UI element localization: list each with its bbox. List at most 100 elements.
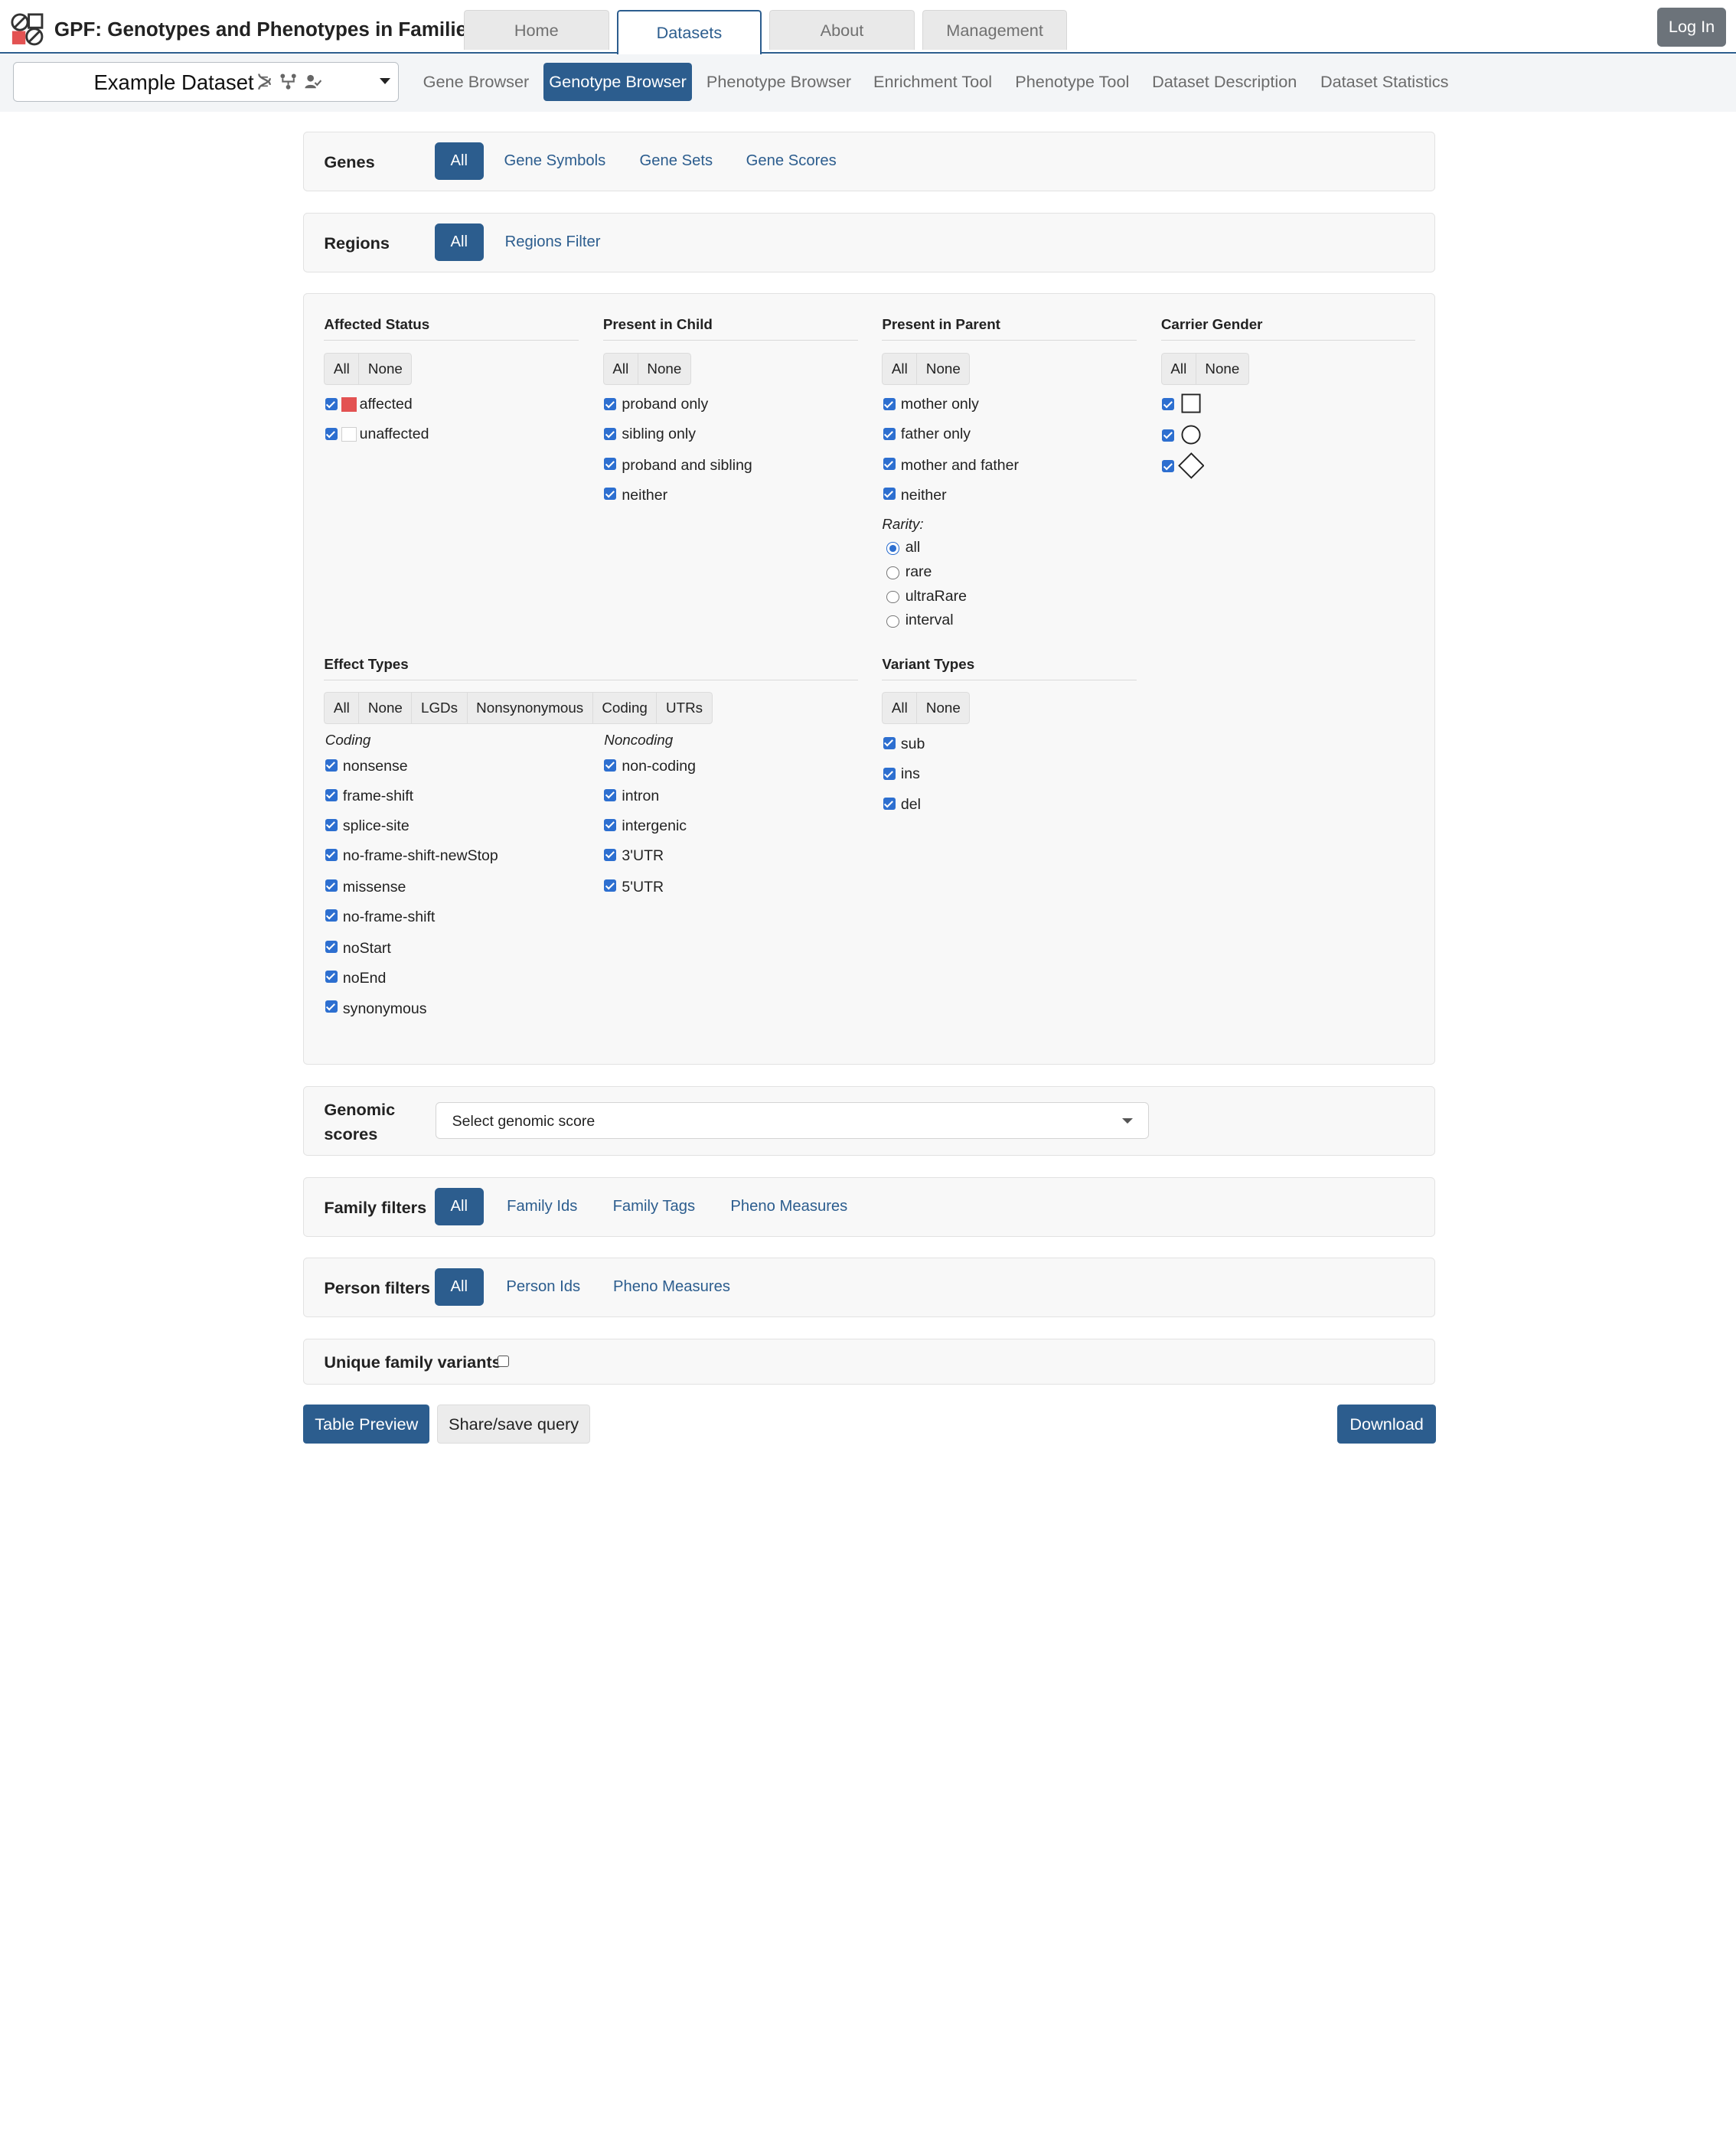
affected-checkbox[interactable] — [325, 398, 338, 410]
nonsense-checkbox[interactable] — [325, 759, 338, 772]
table-preview-button[interactable]: Table Preview — [303, 1405, 429, 1444]
affected-status-all-button[interactable]: All — [325, 354, 359, 384]
ins-checkbox[interactable] — [883, 768, 896, 780]
present-in-child-all-button[interactable]: All — [604, 354, 638, 384]
tool-tab-phenotype-browser[interactable]: Phenotype Browser — [701, 63, 857, 100]
mother-only-checkbox[interactable] — [883, 398, 896, 410]
chevron-down-icon — [1122, 1118, 1133, 1124]
gene-sets-tab[interactable]: Gene Sets — [631, 142, 720, 180]
5utr-checkbox[interactable] — [604, 879, 616, 892]
family-tags-tab[interactable]: Family Tags — [605, 1188, 703, 1225]
variant-types-none-button[interactable]: None — [917, 693, 969, 723]
gender-female-checkbox[interactable] — [1162, 429, 1174, 442]
tool-tab-gene-browser[interactable]: Gene Browser — [417, 63, 534, 100]
tool-tab-enrichment-tool[interactable]: Enrichment Tool — [866, 63, 1000, 100]
regions-all-button[interactable]: All — [435, 223, 484, 261]
effect-types-title: Effect Types — [324, 656, 857, 680]
child-neither-checkbox[interactable] — [604, 488, 616, 500]
parent-neither-checkbox[interactable] — [883, 488, 896, 500]
mother-and-father-checkbox[interactable] — [883, 458, 896, 470]
rarity-ultrarare-radio[interactable] — [886, 591, 899, 603]
no-frame-shift-checkbox[interactable] — [325, 909, 338, 922]
present-in-parent-all-button[interactable]: All — [883, 354, 917, 384]
gender-unspecified-checkbox[interactable] — [1162, 460, 1174, 472]
gender-male-checkbox[interactable] — [1162, 398, 1174, 410]
family-ids-tab[interactable]: Family Ids — [499, 1188, 586, 1225]
tab-management[interactable]: Management — [922, 10, 1067, 50]
family-filters-panel: Family filters All Family Ids Family Tag… — [303, 1177, 1434, 1237]
non-coding-checkbox[interactable] — [604, 759, 616, 772]
effect-types-utrs-button[interactable]: UTRs — [657, 693, 711, 723]
family-filters-all-button[interactable]: All — [435, 1188, 484, 1225]
rarity-interval-radio[interactable] — [886, 615, 899, 628]
rarity-all-radio[interactable] — [886, 542, 899, 554]
tool-tab-dataset-description[interactable]: Dataset Description — [1145, 63, 1304, 100]
tool-tab-phenotype-tool[interactable]: Phenotype Tool — [1009, 63, 1136, 100]
tool-tab-genotype-browser[interactable]: Genotype Browser — [543, 63, 692, 100]
present-in-child-none-button[interactable]: None — [638, 354, 690, 384]
affected-color-swatch — [341, 397, 356, 412]
affected-status-none-button[interactable]: None — [359, 354, 411, 384]
effect-types-coding-button[interactable]: Coding — [593, 693, 658, 723]
tab-datasets[interactable]: Datasets — [617, 10, 762, 54]
rarity-rare-radio[interactable] — [886, 566, 899, 579]
father-only-checkbox[interactable] — [883, 428, 896, 440]
variant-filters-panel: Affected Status All None affected unaffe… — [303, 293, 1434, 1065]
no-frame-shift-newstop-checkbox[interactable] — [325, 849, 338, 861]
person-pheno-measures-tab[interactable]: Pheno Measures — [608, 1268, 736, 1306]
del-checkbox[interactable] — [883, 798, 896, 810]
genomic-scores-label: Genomic scores — [324, 1098, 395, 1147]
login-button[interactable]: Log In — [1657, 8, 1726, 47]
missense-checkbox[interactable] — [325, 879, 338, 892]
present-in-parent-none-button[interactable]: None — [917, 354, 969, 384]
rarity-all-label: all — [906, 539, 921, 556]
family-pheno-measures-tab[interactable]: Pheno Measures — [725, 1188, 853, 1225]
noend-label: noEnd — [343, 970, 386, 987]
share-save-query-button[interactable]: Share/save query — [437, 1405, 590, 1444]
splice-site-checkbox[interactable] — [325, 819, 338, 831]
synonymous-checkbox[interactable] — [325, 1000, 338, 1013]
sub-checkbox[interactable] — [883, 737, 896, 749]
noend-checkbox[interactable] — [325, 971, 338, 983]
intergenic-checkbox[interactable] — [604, 819, 616, 831]
dataset-selector[interactable]: Example Dataset — [13, 62, 398, 102]
sub-label: sub — [901, 736, 925, 753]
person-check-icon — [304, 73, 321, 90]
regions-label: Regions — [324, 233, 390, 253]
genomic-scores-label-line2: scores — [324, 1122, 395, 1147]
3utr-checkbox[interactable] — [604, 849, 616, 861]
person-filters-all-button[interactable]: All — [435, 1268, 484, 1306]
person-filters-panel: Person filters All Person Ids Pheno Meas… — [303, 1258, 1434, 1317]
intron-checkbox[interactable] — [604, 789, 616, 801]
effect-types-nonsynonymous-button[interactable]: Nonsynonymous — [468, 693, 593, 723]
gene-scores-tab[interactable]: Gene Scores — [739, 142, 844, 180]
splice-site-label: splice-site — [343, 817, 410, 835]
unique-family-variants-label: Unique family variants — [324, 1352, 501, 1372]
rarity-rare-label: rare — [906, 563, 932, 581]
gene-symbols-tab[interactable]: Gene Symbols — [499, 142, 611, 180]
circle-icon — [1181, 425, 1201, 445]
person-ids-tab[interactable]: Person Ids — [499, 1268, 588, 1306]
variant-types-all-button[interactable]: All — [883, 693, 917, 723]
proband-and-sibling-checkbox[interactable] — [604, 458, 616, 470]
carrier-gender-buttons: All None — [1161, 353, 1249, 385]
tool-tab-dataset-statistics[interactable]: Dataset Statistics — [1313, 63, 1456, 100]
sibling-only-checkbox[interactable] — [604, 428, 616, 440]
carrier-gender-title: Carrier Gender — [1161, 316, 1416, 341]
effect-types-lgds-button[interactable]: LGDs — [412, 693, 467, 723]
tab-about[interactable]: About — [769, 10, 914, 50]
frame-shift-checkbox[interactable] — [325, 789, 338, 801]
carrier-gender-all-button[interactable]: All — [1162, 354, 1196, 384]
unique-family-variants-checkbox[interactable] — [498, 1356, 509, 1367]
unaffected-checkbox[interactable] — [325, 428, 338, 440]
effect-types-all-button[interactable]: All — [325, 693, 359, 723]
genes-all-button[interactable]: All — [435, 142, 484, 180]
proband-only-checkbox[interactable] — [604, 398, 616, 410]
tab-home[interactable]: Home — [464, 10, 609, 50]
nostart-checkbox[interactable] — [325, 941, 338, 953]
genomic-score-select[interactable]: Select genomic score — [436, 1102, 1148, 1139]
download-button[interactable]: Download — [1337, 1405, 1436, 1444]
carrier-gender-none-button[interactable]: None — [1196, 354, 1248, 384]
regions-filter-tab[interactable]: Regions Filter — [499, 223, 606, 261]
effect-types-none-button[interactable]: None — [359, 693, 412, 723]
